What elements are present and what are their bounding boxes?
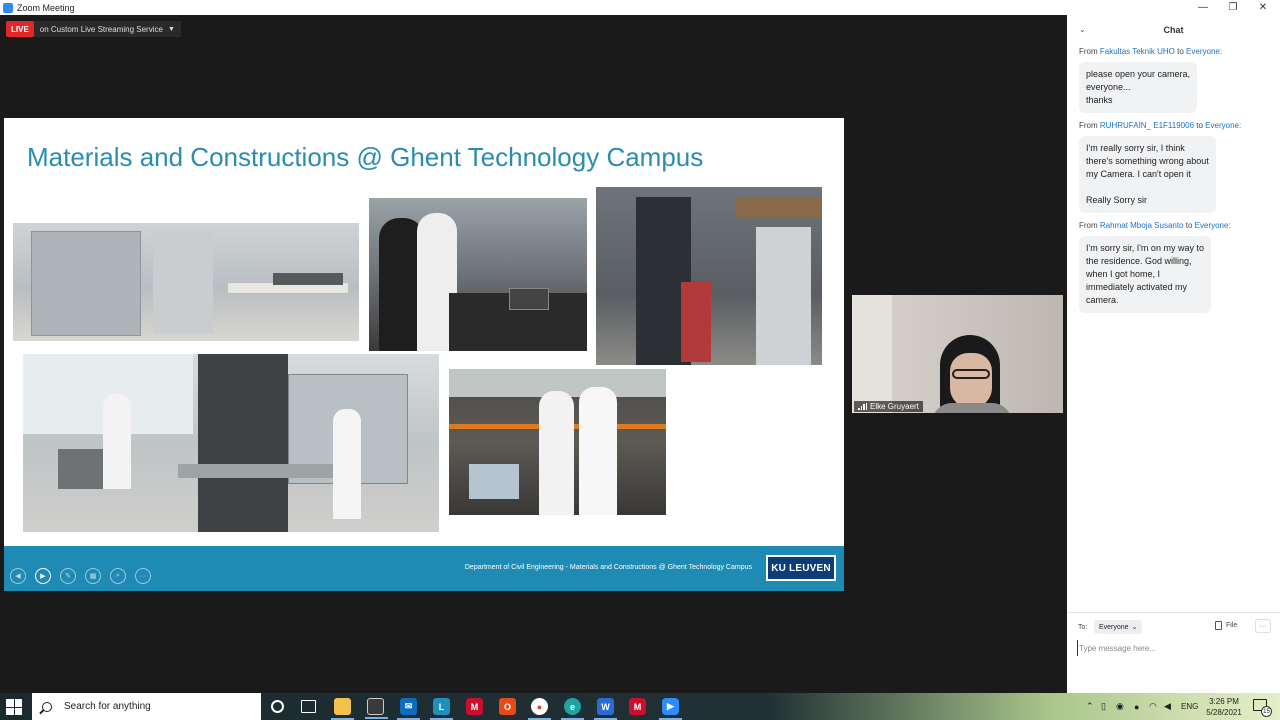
participant-video-tile[interactable]: Elke Gruyaert bbox=[852, 295, 1063, 413]
from-label: From bbox=[1079, 121, 1098, 130]
tray-battery-icon[interactable]: ▯ bbox=[1101, 693, 1106, 720]
previous-slide-icon[interactable]: ◀ bbox=[10, 568, 26, 584]
mail-icon[interactable]: ✉ bbox=[397, 698, 420, 720]
window-title: Zoom Meeting bbox=[17, 2, 75, 13]
lab-photo-testing-machine bbox=[596, 187, 822, 365]
chat-message: From Rahmat Mboja Susanto to Everyone: I… bbox=[1079, 221, 1274, 313]
participant-glasses bbox=[952, 369, 990, 379]
chat-message: From RUHRUFAIN_ E1F119006 to Everyone: I… bbox=[1079, 121, 1274, 213]
from-label: From bbox=[1079, 47, 1098, 56]
chat-header: ⌄ Chat bbox=[1067, 15, 1280, 45]
message-recipient[interactable]: Everyone: bbox=[1205, 121, 1241, 130]
chat-message-header: From RUHRUFAIN_ E1F119006 to Everyone: bbox=[1079, 121, 1274, 130]
live-service-label: on Custom Live Streaming Service bbox=[39, 24, 163, 34]
recipient-dropdown[interactable]: Everyone ⌄ bbox=[1094, 620, 1143, 634]
to-label: To: bbox=[1078, 624, 1088, 631]
lab-photo-fume-hood bbox=[23, 354, 439, 532]
edge-icon[interactable]: e bbox=[561, 698, 584, 720]
ku-leuven-logo: KU LEUVEN bbox=[766, 555, 836, 581]
tray-language[interactable]: ENG bbox=[1181, 693, 1198, 720]
file-label: File bbox=[1226, 622, 1238, 629]
from-label: From bbox=[1079, 221, 1098, 230]
clock-time: 3:26 PM bbox=[1209, 697, 1239, 706]
taskbar-search-box[interactable]: Search for anything bbox=[32, 693, 261, 720]
message-sender[interactable]: RUHRUFAIN_ E1F119006 bbox=[1100, 121, 1194, 130]
window-title-bar: Zoom Meeting — ❐ ✕ bbox=[0, 0, 1280, 15]
recipient-value: Everyone bbox=[1099, 623, 1129, 631]
windows-start-icon[interactable] bbox=[6, 699, 22, 715]
mcafee-shield-icon[interactable]: M bbox=[629, 698, 646, 715]
windows-taskbar: Search for anything ✉ L M O ● e W M ▶ ⌃ … bbox=[0, 693, 1280, 720]
file-icon bbox=[1215, 621, 1222, 630]
store-icon[interactable] bbox=[365, 698, 388, 719]
participant-name: Elke Gruyaert bbox=[870, 402, 919, 411]
chat-message-header: From Rahmat Mboja Susanto to Everyone: bbox=[1079, 221, 1274, 230]
taskbar-clock[interactable]: 3:26 PM 5/28/2021 bbox=[1198, 696, 1250, 718]
tray-microphone-icon[interactable]: ● bbox=[1134, 693, 1139, 720]
chat-message-header: From Fakultas Teknik UHO to Everyone: bbox=[1079, 47, 1274, 56]
mcafee-icon[interactable]: M bbox=[466, 698, 483, 715]
meeting-area: LIVE on Custom Live Streaming Service ▼ … bbox=[0, 15, 1067, 693]
zoom-magnifier-icon[interactable]: ⌕ bbox=[110, 568, 126, 584]
slides-grid-icon[interactable]: ▦ bbox=[85, 568, 101, 584]
message-recipient[interactable]: Everyone: bbox=[1195, 221, 1231, 230]
clock-date: 5/28/2021 bbox=[1206, 708, 1242, 717]
file-button[interactable]: File bbox=[1215, 621, 1237, 630]
cortana-icon[interactable] bbox=[271, 700, 284, 713]
signal-strength-icon bbox=[858, 403, 867, 410]
chat-message-text: I'm really sorry sir, I think there's so… bbox=[1079, 136, 1216, 213]
message-sender[interactable]: Rahmat Mboja Susanto bbox=[1100, 221, 1184, 230]
slide-footer-text: Department of Civil Engineering - Materi… bbox=[464, 564, 752, 571]
minimize-button[interactable]: — bbox=[1188, 0, 1218, 15]
chrome-icon[interactable]: ● bbox=[528, 698, 551, 720]
notification-count-badge: 15 bbox=[1261, 706, 1272, 717]
file-explorer-icon[interactable] bbox=[331, 698, 354, 720]
live-stream-indicator[interactable]: LIVE on Custom Live Streaming Service ▼ bbox=[6, 21, 181, 37]
more-options-icon[interactable]: ··· bbox=[135, 568, 151, 584]
next-slide-icon[interactable]: ▶ bbox=[35, 568, 51, 584]
participant-face bbox=[950, 353, 992, 408]
maximize-button[interactable]: ❐ bbox=[1218, 0, 1248, 15]
video-door bbox=[852, 295, 892, 413]
zoom-taskbar-icon[interactable]: ▶ bbox=[659, 698, 682, 720]
message-sender[interactable]: Fakultas Teknik UHO bbox=[1100, 47, 1175, 56]
tray-wifi-icon[interactable]: ◠ bbox=[1149, 693, 1157, 720]
zoom-app-icon bbox=[3, 2, 13, 13]
tray-chevron-up-icon[interactable]: ⌃ bbox=[1086, 693, 1094, 720]
chat-message-text: I'm sorry sir, I'm on my way to the resi… bbox=[1079, 236, 1211, 313]
live-badge: LIVE bbox=[6, 21, 34, 37]
participant-shirt bbox=[932, 403, 1012, 413]
to-word: to bbox=[1185, 221, 1193, 230]
tray-volume-icon[interactable]: ◀ bbox=[1164, 693, 1171, 720]
chat-title: Chat bbox=[1163, 25, 1184, 35]
to-word: to bbox=[1177, 47, 1184, 56]
office-icon[interactable]: O bbox=[499, 698, 516, 715]
close-button[interactable]: ✕ bbox=[1248, 0, 1278, 15]
lab-photo-chamber bbox=[13, 223, 359, 341]
to-word: to bbox=[1196, 121, 1203, 130]
lab-photo-students bbox=[369, 198, 587, 351]
shared-slide: Materials and Constructions @ Ghent Tech… bbox=[4, 118, 844, 591]
slide-show-controls: ◀ ▶ ✎ ▦ ⌕ ··· bbox=[10, 568, 151, 584]
slide-title: Materials and Constructions @ Ghent Tech… bbox=[27, 142, 704, 172]
chat-panel: ⌄ Chat From Fakultas Teknik UHO to Every… bbox=[1067, 15, 1280, 693]
message-recipient[interactable]: Everyone: bbox=[1186, 47, 1222, 56]
task-view-icon[interactable] bbox=[301, 700, 316, 713]
chat-message: From Fakultas Teknik UHO to Everyone: pl… bbox=[1079, 47, 1274, 113]
chat-message-text: please open your camera, everyone... tha… bbox=[1079, 62, 1198, 113]
search-icon bbox=[42, 701, 52, 712]
tray-mcafee-icon[interactable]: ◉ bbox=[1116, 693, 1124, 720]
participant-name-tag: Elke Gruyaert bbox=[854, 401, 923, 412]
lab-photo-shelf bbox=[449, 369, 666, 515]
caret-down-icon: ▼ bbox=[167, 25, 175, 33]
chat-more-button[interactable]: ··· bbox=[1255, 619, 1271, 633]
pen-icon[interactable]: ✎ bbox=[60, 568, 76, 584]
chat-message-input[interactable] bbox=[1077, 640, 1272, 656]
taskbar-search-text: Search for anything bbox=[64, 701, 151, 712]
chat-compose-area: To: Everyone ⌄ File ··· bbox=[1067, 612, 1280, 693]
l-app-icon[interactable]: L bbox=[430, 698, 453, 720]
chevron-down-icon: ⌄ bbox=[1131, 624, 1138, 631]
live-service-dropdown[interactable]: on Custom Live Streaming Service ▼ bbox=[34, 25, 181, 34]
word-icon[interactable]: W bbox=[594, 698, 617, 720]
